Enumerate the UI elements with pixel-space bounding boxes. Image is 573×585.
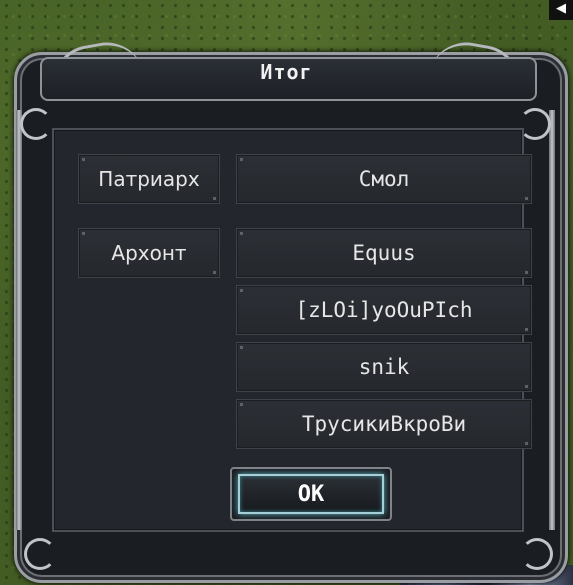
player-name-cell: Equus (236, 228, 532, 278)
player-name-cell: ТрусикиВкроВи (236, 399, 532, 449)
frame-rail-left (16, 110, 22, 530)
frame-curl-top-left (20, 108, 52, 140)
ok-button[interactable]: OK (238, 474, 384, 514)
rank-label-patriarch: Патриарх (78, 154, 220, 204)
player-name-cell: Смол (236, 154, 532, 204)
corner-indicator: ◀ (549, 0, 573, 20)
frame-curl-bottom-right (521, 538, 553, 570)
frame-curl-bottom-left (24, 538, 56, 570)
ok-button-frame: OK (230, 467, 392, 521)
frame-rail-right (549, 110, 555, 530)
dialog-title: Итог (260, 60, 313, 84)
player-name-cell: [zLOi]yoOuPIch (236, 285, 532, 335)
rank-label-archon: Архонт (78, 228, 220, 278)
player-name-cell: snik (236, 342, 532, 392)
